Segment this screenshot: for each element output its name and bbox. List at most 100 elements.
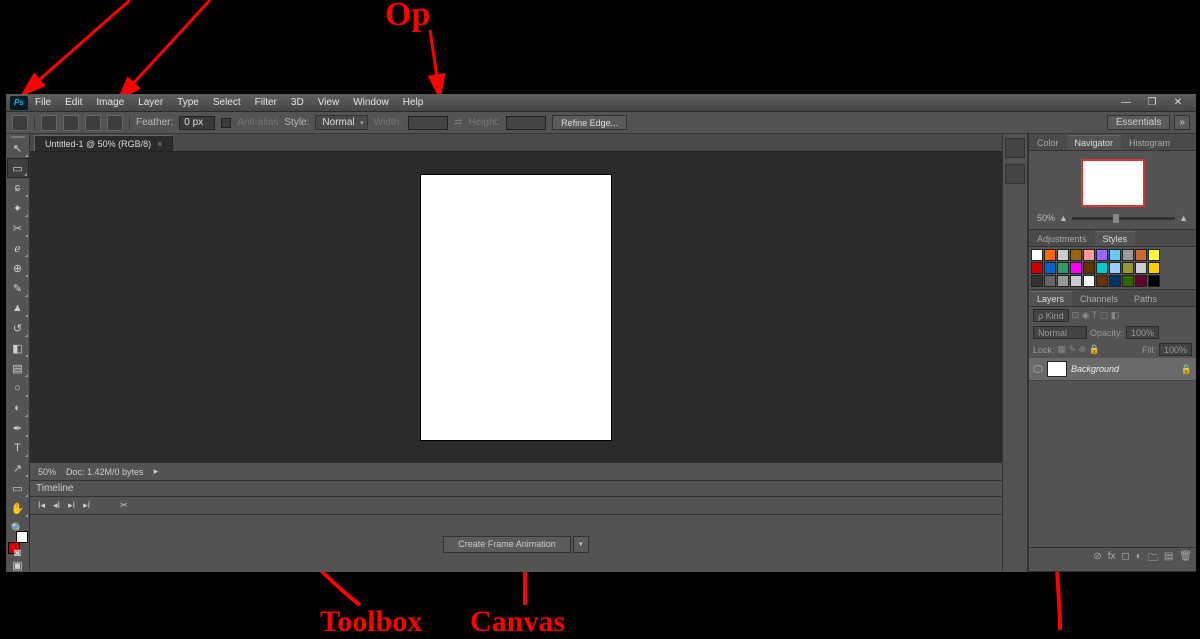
timeline-extra-button[interactable]: ✂ (120, 500, 128, 511)
feather-input[interactable] (179, 116, 215, 130)
close-tab-icon[interactable]: × (157, 139, 162, 149)
style-swatch[interactable] (1135, 275, 1147, 287)
quick-select-tool[interactable]: ✦ (7, 198, 29, 218)
new-layer-icon[interactable]: ▤ (1164, 551, 1173, 568)
style-swatch[interactable] (1096, 262, 1108, 274)
pen-tool[interactable]: ✒ (7, 418, 29, 438)
hand-tool[interactable]: ✋ (7, 498, 29, 518)
layer-thumbnail[interactable] (1047, 361, 1067, 377)
style-swatch[interactable] (1057, 262, 1069, 274)
zoom-indicator[interactable]: 50% (38, 467, 56, 477)
tab-layers[interactable]: Layers (1029, 291, 1072, 306)
create-animation-dropdown[interactable]: ▾ (573, 536, 589, 553)
new-selection-icon[interactable] (41, 115, 57, 131)
style-swatch[interactable] (1148, 262, 1160, 274)
menu-edit[interactable]: Edit (58, 97, 89, 108)
style-swatch[interactable] (1083, 262, 1095, 274)
stamp-tool[interactable]: ▲ (7, 298, 29, 318)
actions-icon[interactable] (1005, 164, 1025, 184)
menu-image[interactable]: Image (89, 97, 131, 108)
tab-styles[interactable]: Styles (1095, 231, 1136, 246)
screen-mode-tool[interactable]: ▣ (7, 559, 29, 572)
tab-color[interactable]: Color (1029, 136, 1067, 150)
navigator-zoom-value[interactable]: 50% (1037, 213, 1055, 223)
style-swatch[interactable] (1057, 249, 1069, 261)
opacity-input[interactable]: 100% (1126, 326, 1159, 339)
style-swatch[interactable] (1096, 249, 1108, 261)
path-select-tool[interactable]: ↗ (7, 458, 29, 478)
style-swatch[interactable] (1109, 262, 1121, 274)
brush-tool[interactable]: ✎ (7, 278, 29, 298)
menu-type[interactable]: Type (170, 97, 206, 108)
adjustment-layer-icon[interactable]: ◐ (1136, 551, 1142, 568)
style-swatch[interactable] (1135, 262, 1147, 274)
tab-paths[interactable]: Paths (1126, 292, 1165, 306)
eraser-tool[interactable]: ◧ (7, 338, 29, 358)
dodge-tool[interactable]: ◐ (7, 398, 29, 418)
style-swatch[interactable] (1031, 275, 1043, 287)
tab-channels[interactable]: Channels (1072, 292, 1126, 306)
style-swatch[interactable] (1044, 249, 1056, 261)
style-swatch[interactable] (1044, 275, 1056, 287)
navigator-zoom-slider[interactable] (1072, 217, 1175, 220)
zoom-in-icon[interactable]: ▲ (1179, 213, 1188, 223)
menu-window[interactable]: Window (346, 97, 396, 108)
layer-style-icon[interactable]: fx (1108, 551, 1116, 568)
style-swatch[interactable] (1057, 275, 1069, 287)
menu-file[interactable]: File (28, 97, 58, 108)
go-last-button[interactable]: ▸I (83, 500, 90, 511)
workspace-menu-icon[interactable]: » (1174, 115, 1190, 130)
document-tab[interactable]: Untitled-1 @ 50% (RGB/8) × (34, 135, 173, 151)
menu-view[interactable]: View (311, 97, 347, 108)
layer-row-background[interactable]: Background 🔒 (1029, 358, 1196, 381)
style-swatch[interactable] (1148, 275, 1160, 287)
layer-filter-kind[interactable]: ρ Kind (1033, 309, 1069, 322)
style-swatch[interactable] (1044, 262, 1056, 274)
shape-tool[interactable]: ▭ (7, 478, 29, 498)
blur-tool[interactable]: ○ (7, 378, 29, 398)
canvas-viewport[interactable] (30, 152, 1002, 462)
antialias-checkbox[interactable] (221, 118, 231, 128)
zoom-out-icon[interactable]: ▲ (1059, 213, 1068, 223)
history-brush-tool[interactable]: ↺ (7, 318, 29, 338)
go-first-button[interactable]: I◂ (38, 500, 45, 511)
style-select[interactable]: Normal (315, 115, 367, 130)
style-swatch[interactable] (1083, 249, 1095, 261)
lasso-tool[interactable]: ɕ (7, 178, 29, 198)
crop-tool[interactable]: ✂ (7, 218, 29, 238)
status-arrow-icon[interactable]: ▸ (154, 466, 159, 477)
prev-frame-button[interactable]: ◂I (53, 500, 60, 511)
canvas[interactable] (421, 175, 611, 440)
style-swatch[interactable] (1070, 262, 1082, 274)
restore-button[interactable]: ❐ (1142, 97, 1162, 109)
visibility-eye-icon[interactable] (1033, 365, 1043, 373)
style-swatch[interactable] (1031, 262, 1043, 274)
style-swatch[interactable] (1122, 249, 1134, 261)
blend-mode-select[interactable]: Normal (1033, 326, 1087, 339)
foreground-background-colors[interactable] (8, 542, 28, 543)
style-swatch[interactable] (1031, 249, 1043, 261)
minimize-button[interactable]: — (1116, 97, 1136, 109)
style-swatch[interactable] (1135, 249, 1147, 261)
subtract-selection-icon[interactable] (85, 115, 101, 131)
history-icon[interactable] (1005, 138, 1025, 158)
menu-filter[interactable]: Filter (248, 97, 284, 108)
tab-histogram[interactable]: Histogram (1121, 136, 1178, 150)
workspace-select[interactable]: Essentials (1107, 115, 1171, 130)
group-icon[interactable]: 🗀 (1148, 551, 1158, 568)
quick-mask-tool[interactable]: ◙ (7, 547, 29, 559)
layer-mask-icon[interactable]: ◻ (1121, 551, 1129, 568)
menu-help[interactable]: Help (396, 97, 431, 108)
marquee-tool[interactable]: ▭ (7, 158, 29, 178)
fill-input[interactable]: 100% (1159, 343, 1192, 356)
intersect-selection-icon[interactable] (107, 115, 123, 131)
close-button[interactable]: ✕ (1168, 97, 1188, 109)
menu-layer[interactable]: Layer (131, 97, 170, 108)
style-swatch[interactable] (1096, 275, 1108, 287)
navigator-preview[interactable] (1081, 159, 1145, 207)
style-swatch[interactable] (1109, 275, 1121, 287)
style-swatch[interactable] (1122, 262, 1134, 274)
menu-select[interactable]: Select (206, 97, 248, 108)
style-swatch[interactable] (1070, 275, 1082, 287)
delete-layer-icon[interactable]: 🗑 (1179, 551, 1192, 568)
